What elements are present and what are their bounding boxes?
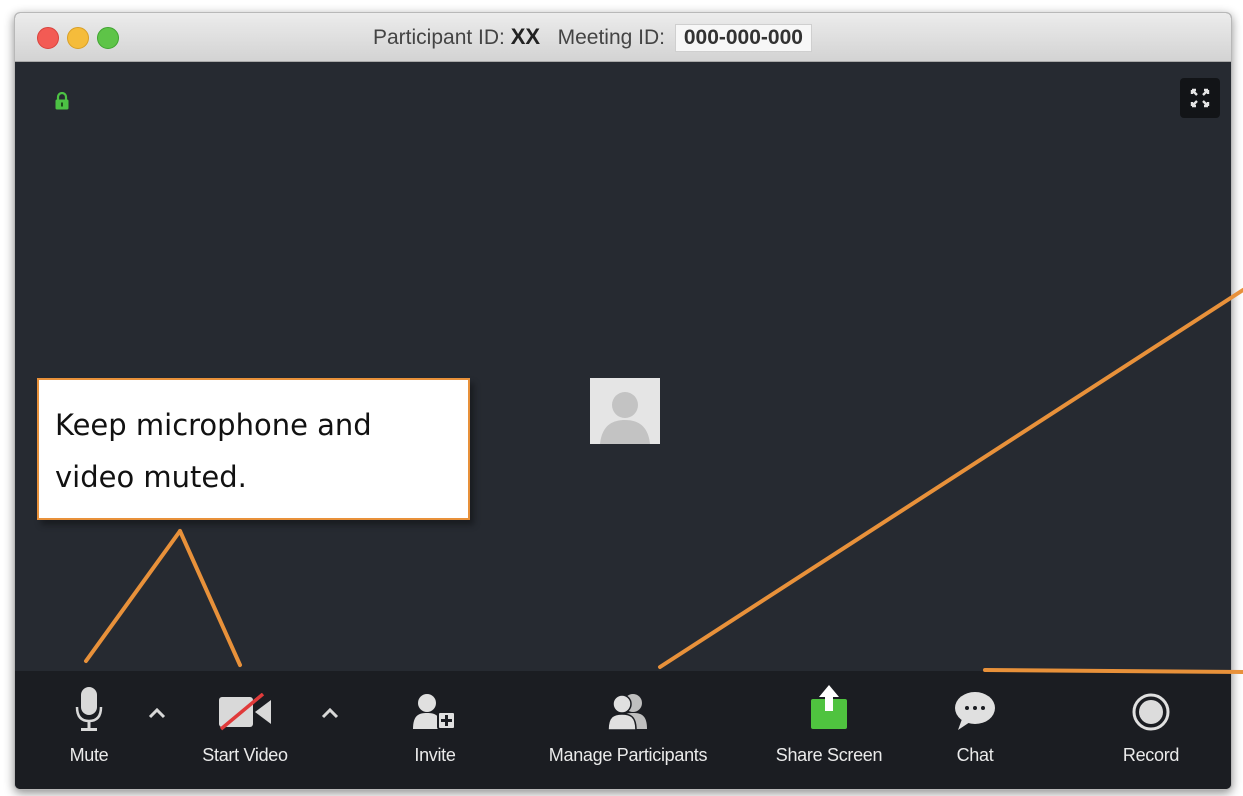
microphone-icon xyxy=(74,687,104,738)
instruction-callout: Keep microphone and video muted. xyxy=(37,378,470,520)
caret-up-icon[interactable] xyxy=(321,699,339,725)
mute-button[interactable]: Mute xyxy=(59,671,119,789)
zoom-window-button[interactable] xyxy=(97,27,119,49)
record-label: Record xyxy=(1122,745,1180,765)
participants-icon xyxy=(605,693,651,736)
callout-line-2: video muted. xyxy=(55,460,247,494)
manage-participants-label: Manage Participants xyxy=(548,745,708,765)
meeting-id-label: Meeting ID: xyxy=(557,26,665,49)
invite-icon xyxy=(413,693,457,736)
title-bar: Participant ID: XX Meeting ID: 000-000-0… xyxy=(15,13,1231,62)
chat-icon xyxy=(954,691,996,736)
share-screen-label: Share Screen xyxy=(775,745,883,765)
participant-id-value: XX xyxy=(510,24,541,49)
manage-participants-button[interactable]: Manage Participants xyxy=(520,671,736,789)
participant-id-label: Participant ID: xyxy=(373,26,505,49)
callout-line-1: Keep microphone and xyxy=(55,408,372,442)
invite-label: Invite xyxy=(414,745,456,765)
caret-up-icon[interactable] xyxy=(148,699,166,725)
chat-label: Chat xyxy=(956,745,994,765)
start-video-button[interactable]: Start Video xyxy=(183,671,307,789)
lock-icon[interactable] xyxy=(55,91,69,110)
close-window-button[interactable] xyxy=(37,27,59,49)
meeting-id-value: 000-000-000 xyxy=(674,24,812,52)
minimize-window-button[interactable] xyxy=(67,27,89,49)
share-screen-button[interactable]: Share Screen xyxy=(757,671,901,789)
meeting-toolbar: Mute Start Video Invite Manage Participa… xyxy=(15,671,1231,789)
window-title: Participant ID: XX Meeting ID: 000-000-0… xyxy=(373,24,812,52)
record-button[interactable]: Record xyxy=(1111,671,1191,789)
avatar-icon xyxy=(590,378,660,444)
start-video-label: Start Video xyxy=(202,745,288,765)
chat-button[interactable]: Chat xyxy=(945,671,1005,789)
share-screen-icon xyxy=(809,683,849,736)
video-off-icon xyxy=(217,692,273,736)
record-icon xyxy=(1132,693,1170,736)
invite-button[interactable]: Invite xyxy=(395,671,475,789)
mute-label: Mute xyxy=(69,745,109,765)
fullscreen-icon[interactable] xyxy=(1180,78,1220,118)
